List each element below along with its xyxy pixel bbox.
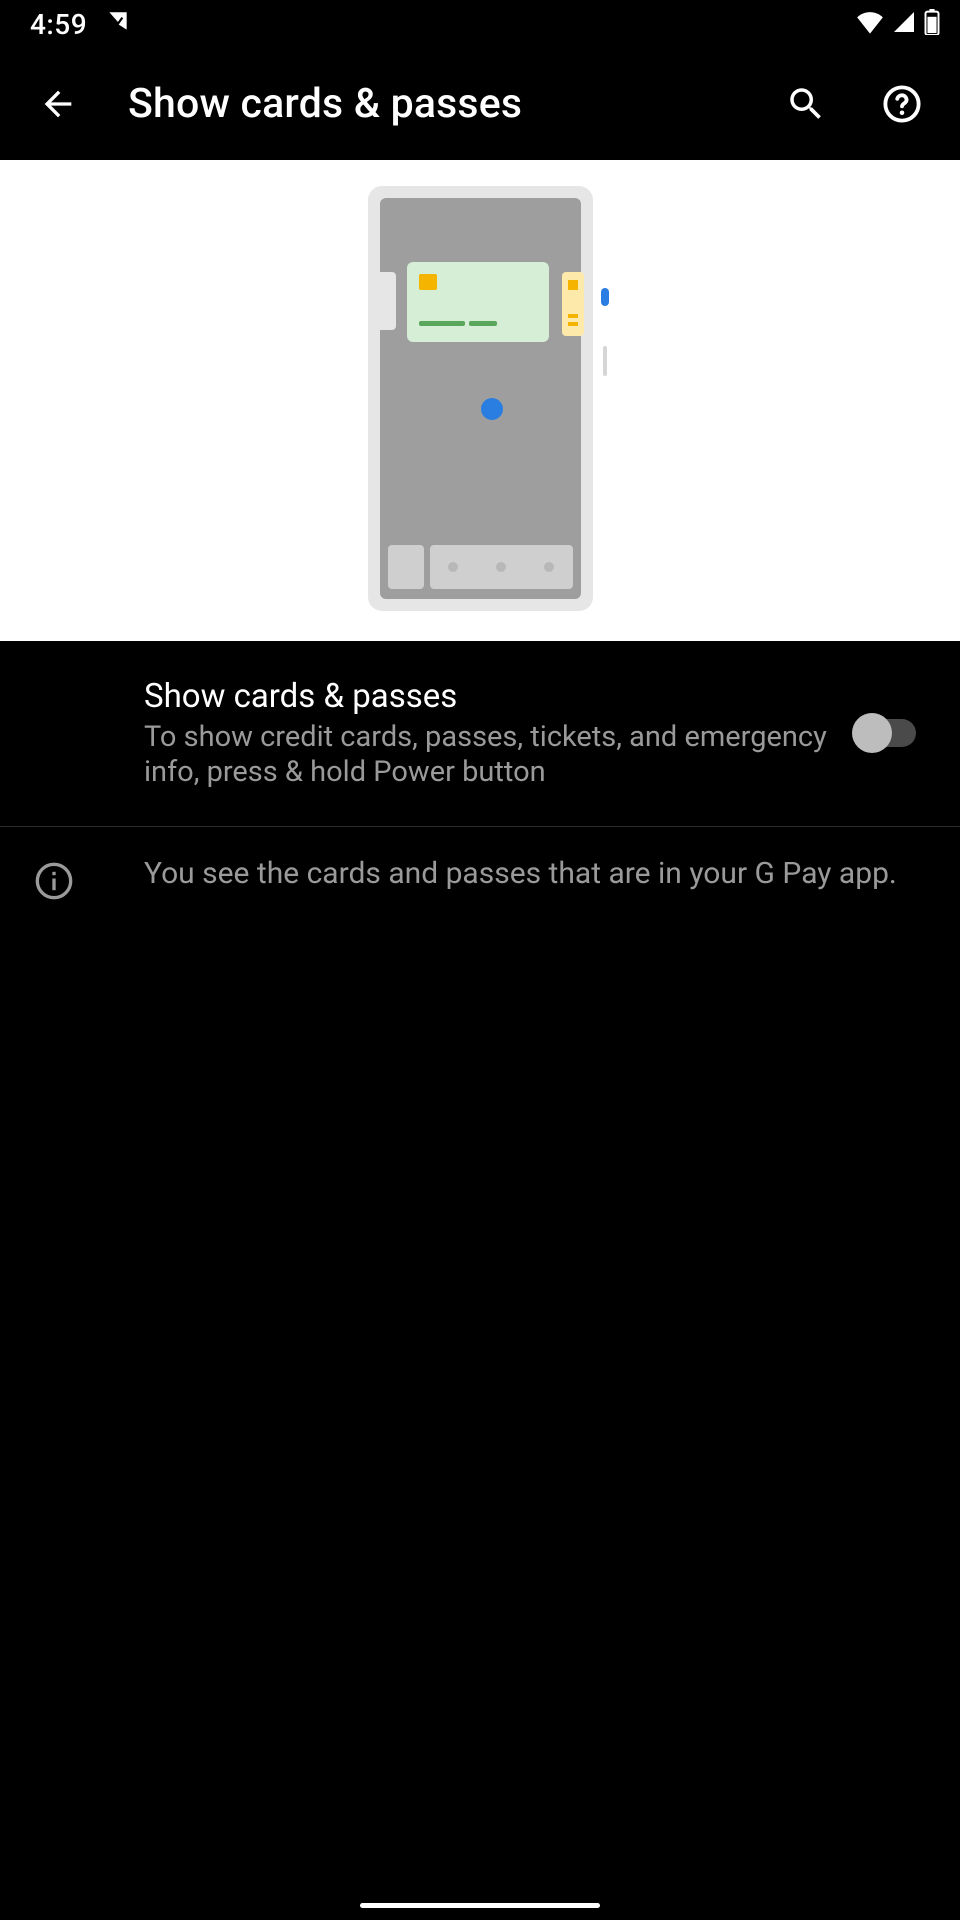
status-bar: 4:59 bbox=[0, 0, 960, 48]
status-time: 4:59 bbox=[30, 8, 87, 41]
info-text: You see the cards and passes that are in… bbox=[144, 857, 932, 892]
home-indicator[interactable] bbox=[360, 1903, 600, 1908]
search-button[interactable] bbox=[758, 56, 854, 152]
page-title: Show cards & passes bbox=[128, 80, 758, 128]
help-icon bbox=[881, 83, 923, 125]
cellular-icon bbox=[892, 10, 916, 38]
setting-title: Show cards & passes bbox=[144, 677, 830, 716]
setting-subtitle: To show credit cards, passes, tickets, a… bbox=[144, 720, 830, 790]
setting-show-cards[interactable]: Show cards & passes To show credit cards… bbox=[0, 641, 960, 827]
arrow-left-icon bbox=[38, 84, 78, 124]
hero-illustration bbox=[0, 160, 960, 641]
play-protect-icon bbox=[105, 9, 131, 39]
phone-mockup bbox=[368, 186, 593, 611]
battery-icon bbox=[924, 9, 940, 39]
help-button[interactable] bbox=[854, 56, 950, 152]
app-bar: Show cards & passes bbox=[0, 48, 960, 160]
toggle-knob bbox=[852, 713, 892, 753]
info-row: You see the cards and passes that are in… bbox=[0, 827, 960, 901]
search-icon bbox=[785, 83, 827, 125]
info-icon bbox=[34, 861, 74, 901]
back-button[interactable] bbox=[10, 56, 106, 152]
wifi-icon bbox=[856, 10, 884, 38]
toggle-show-cards[interactable] bbox=[854, 719, 916, 747]
